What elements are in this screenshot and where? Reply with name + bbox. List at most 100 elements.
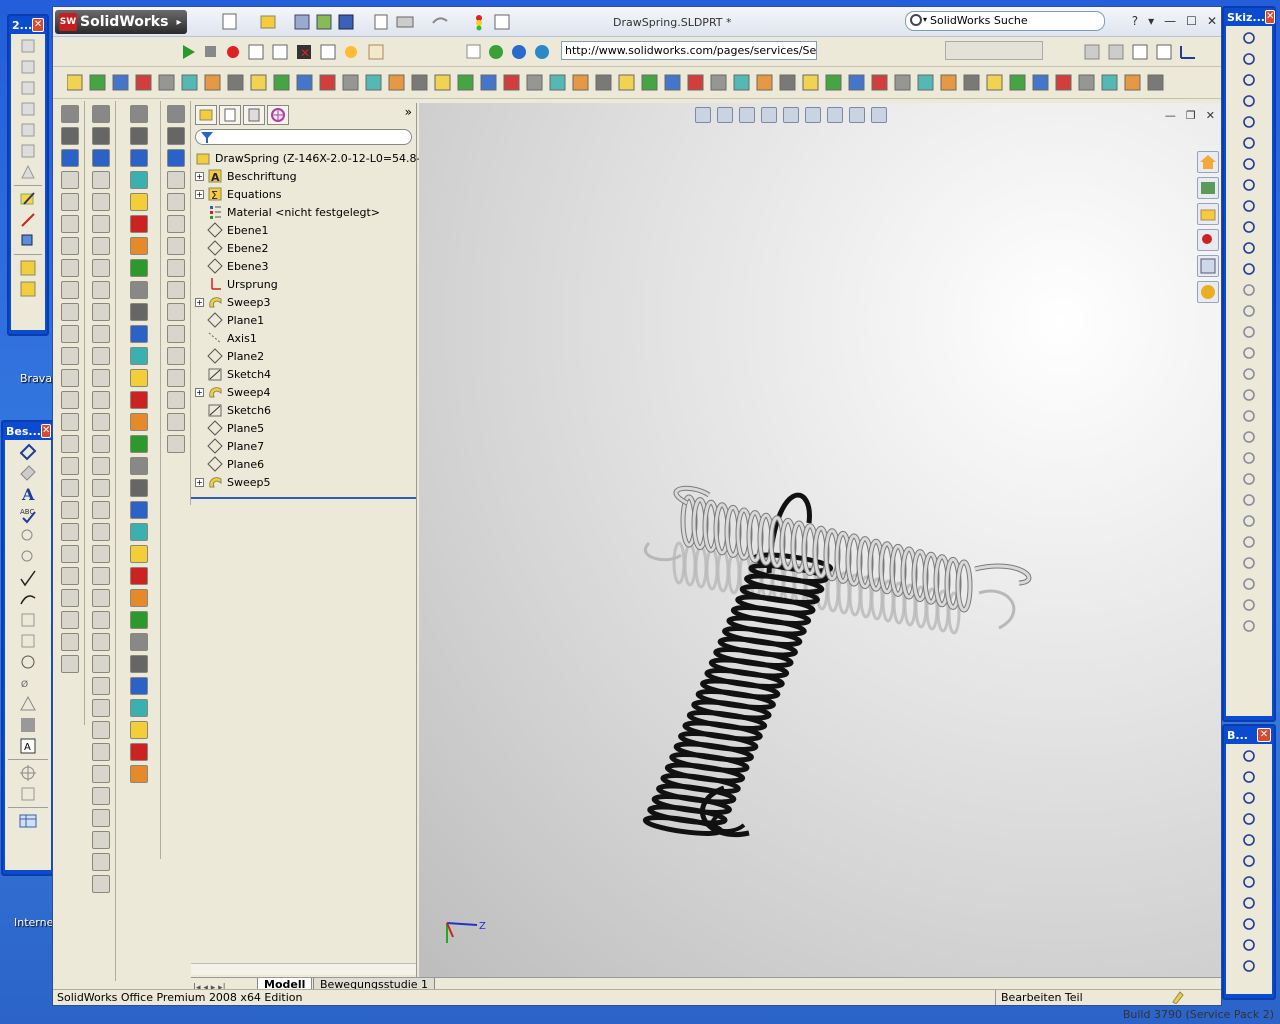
tree-item[interactable]: Ebene3: [195, 257, 416, 275]
command-icon[interactable]: [60, 655, 79, 673]
toolbar-icon[interactable]: [733, 74, 750, 91]
command-icon[interactable]: [60, 105, 79, 123]
command-icon[interactable]: [91, 875, 110, 893]
sketch-tool-icon[interactable]: [1240, 617, 1258, 635]
tree-item[interactable]: Plane7: [195, 437, 416, 455]
command-icon[interactable]: [60, 171, 79, 189]
sketch-tool-icon[interactable]: [1240, 155, 1258, 173]
tree-item[interactable]: Sketch6: [195, 401, 416, 419]
toolbar-icon[interactable]: [158, 74, 175, 91]
command-icon[interactable]: [91, 391, 110, 409]
sketch-tool-icon[interactable]: [1240, 810, 1258, 828]
command-icon[interactable]: [129, 391, 148, 409]
tree-root[interactable]: DrawSpring (Z-146X-2.0-12-L0=54.8-L=7: [195, 149, 443, 167]
command-icon[interactable]: [129, 655, 148, 673]
toolbar-icon[interactable]: [572, 74, 589, 91]
command-icon[interactable]: [60, 347, 79, 365]
command-icon[interactable]: [129, 127, 148, 145]
tree-item[interactable]: + Σ Equations: [195, 185, 416, 203]
toolbar-icon[interactable]: [365, 74, 382, 91]
minimize-icon[interactable]: —: [1164, 14, 1176, 28]
command-icon[interactable]: [91, 611, 110, 629]
feature-tree-tab[interactable]: [195, 105, 217, 125]
smart-dimension-icon[interactable]: [19, 443, 37, 461]
sketch-tool-icon[interactable]: [1240, 407, 1258, 425]
command-icon[interactable]: [60, 215, 79, 233]
model-items-icon[interactable]: [19, 464, 37, 482]
sketch-tool-icon[interactable]: [1240, 789, 1258, 807]
command-icon[interactable]: [60, 237, 79, 255]
tree-item[interactable]: + A Beschriftung: [195, 167, 416, 185]
command-icon[interactable]: [91, 589, 110, 607]
command-icon[interactable]: [166, 259, 185, 277]
command-icon[interactable]: [60, 501, 79, 519]
command-icon[interactable]: [129, 501, 148, 519]
toolbar-icon[interactable]: [940, 74, 957, 91]
close-icon[interactable]: ✕: [32, 18, 44, 32]
toolbar-icon[interactable]: [710, 74, 727, 91]
command-icon[interactable]: [166, 281, 185, 299]
sketch-tool-icon[interactable]: [1240, 428, 1258, 446]
command-icon[interactable]: [60, 479, 79, 497]
close-icon[interactable]: ✕: [40, 424, 52, 438]
sketch-tool-icon[interactable]: [1240, 260, 1258, 278]
command-icon[interactable]: [60, 633, 79, 651]
sketch-tool-icon[interactable]: [1240, 281, 1258, 299]
sketch-tool-icon[interactable]: [1240, 176, 1258, 194]
toolbar-icon[interactable]: [848, 74, 865, 91]
command-icon[interactable]: [91, 831, 110, 849]
toolbar-icon[interactable]: [342, 74, 359, 91]
sketch-tool-icon[interactable]: [1240, 894, 1258, 912]
sketch-tool-icon[interactable]: [1240, 554, 1258, 572]
desktop-label-internet[interactable]: Interne: [14, 916, 53, 929]
command-icon[interactable]: [129, 325, 148, 343]
command-icon[interactable]: [129, 303, 148, 321]
command-icon[interactable]: [129, 369, 148, 387]
toolbar-icon[interactable]: [181, 74, 198, 91]
command-icon[interactable]: [129, 435, 148, 453]
toolbar-icon[interactable]: [756, 74, 773, 91]
command-icon[interactable]: [60, 325, 79, 343]
property-manager-tab[interactable]: [219, 105, 241, 125]
command-icon[interactable]: [166, 215, 185, 233]
command-icon[interactable]: [60, 149, 79, 167]
command-icon[interactable]: [60, 567, 79, 585]
command-icon[interactable]: [91, 501, 110, 519]
command-icon[interactable]: [60, 457, 79, 475]
sketch-tool-icon[interactable]: [1240, 344, 1258, 362]
command-icon[interactable]: [91, 765, 110, 783]
command-icon[interactable]: [129, 347, 148, 365]
rebuild-icon[interactable]: [1171, 990, 1185, 1007]
floating-toolbar-dimensions[interactable]: B... ✕: [1222, 724, 1276, 1000]
command-icon[interactable]: [91, 853, 110, 871]
command-icon[interactable]: [91, 127, 110, 145]
toolbar-icon[interactable]: [1032, 74, 1049, 91]
hole-callout-icon[interactable]: [19, 611, 37, 629]
toolbar-icon[interactable]: [802, 74, 819, 91]
sketch-tool-icon[interactable]: [1240, 470, 1258, 488]
help-icon[interactable]: ?: [1132, 14, 1138, 28]
datum-target-icon[interactable]: [19, 653, 37, 671]
toolbar-icon[interactable]: [871, 74, 888, 91]
web-toolbar-icons[interactable]: [465, 43, 555, 61]
view-icon[interactable]: [19, 163, 37, 181]
sketch-tool-icon[interactable]: [1240, 29, 1258, 47]
toolbar-icon[interactable]: [457, 74, 474, 91]
sketch-tool-icon[interactable]: [1240, 747, 1258, 765]
table-icon[interactable]: [19, 812, 37, 830]
tree-item[interactable]: Ebene2: [195, 239, 416, 257]
sketch-tool-icon[interactable]: [1240, 197, 1258, 215]
expand-icon[interactable]: +: [195, 477, 204, 487]
toolbar-icon[interactable]: [825, 74, 842, 91]
sketch-tool-icon[interactable]: [1240, 852, 1258, 870]
surface-finish-icon[interactable]: [19, 569, 37, 587]
tree-item[interactable]: Ebene1: [195, 221, 416, 239]
toolbar-icon[interactable]: [687, 74, 704, 91]
tree-item[interactable]: Ursprung: [195, 275, 416, 293]
sketch-tool-icon[interactable]: [1240, 512, 1258, 530]
geometric-tolerance-icon[interactable]: [19, 695, 37, 713]
command-icon[interactable]: [91, 325, 110, 343]
command-icon[interactable]: [166, 435, 185, 453]
sketch-tool-icon[interactable]: [1240, 134, 1258, 152]
command-icon[interactable]: [91, 523, 110, 541]
